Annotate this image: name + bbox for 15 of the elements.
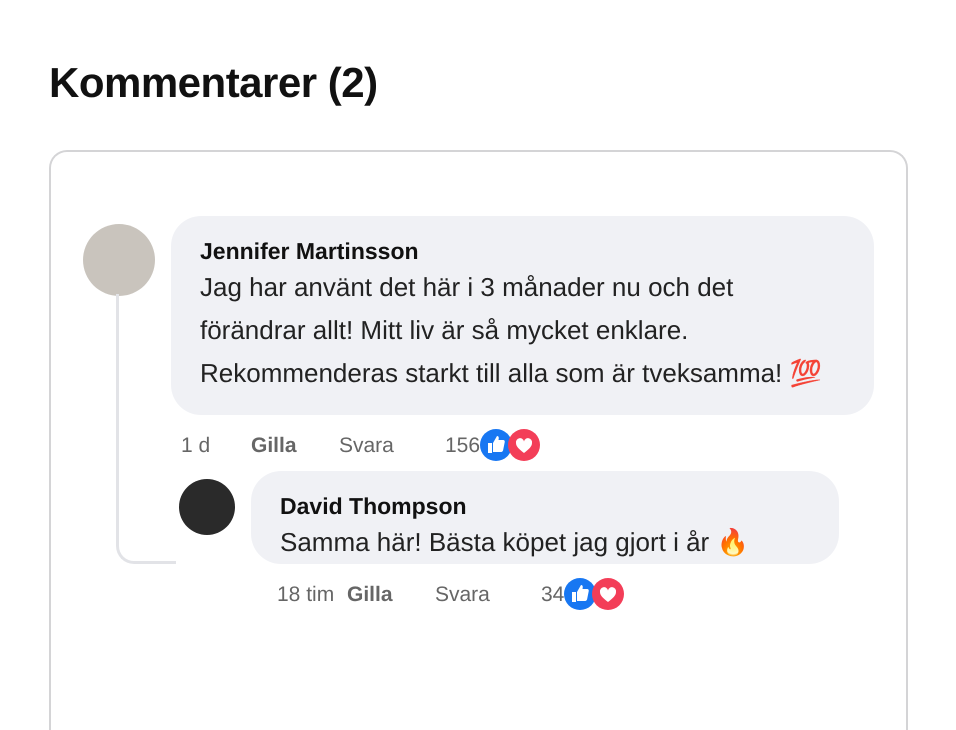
like-icon xyxy=(480,429,512,462)
timestamp: 1 d xyxy=(181,432,212,459)
reaction-count: 34 xyxy=(541,582,564,608)
comment-text: Jag har använt det här i 3 månader nu och det förändrar allt! Mitt liv är så mycket enklare. Rekommenderas starkt till alla som är tveksamma! 💯 xyxy=(200,271,823,390)
like-link[interactable]: Gilla xyxy=(347,578,435,610)
reply-link[interactable]: Svara xyxy=(339,430,445,462)
timestamp: 18 tim xyxy=(277,582,336,608)
like-icon xyxy=(564,578,596,610)
reply-link[interactable]: Svara xyxy=(435,578,541,610)
like-link[interactable]: Gilla xyxy=(251,430,339,462)
reaction-count: 156 xyxy=(445,432,480,459)
comment-text: Samma här! Bästa köpet jag gjort i år 🔥 xyxy=(280,526,750,560)
author-name: David Thompson xyxy=(280,492,468,522)
section-title: Kommentarer (2) xyxy=(49,58,379,108)
author-name: Jennifer Martinsson xyxy=(200,237,420,266)
